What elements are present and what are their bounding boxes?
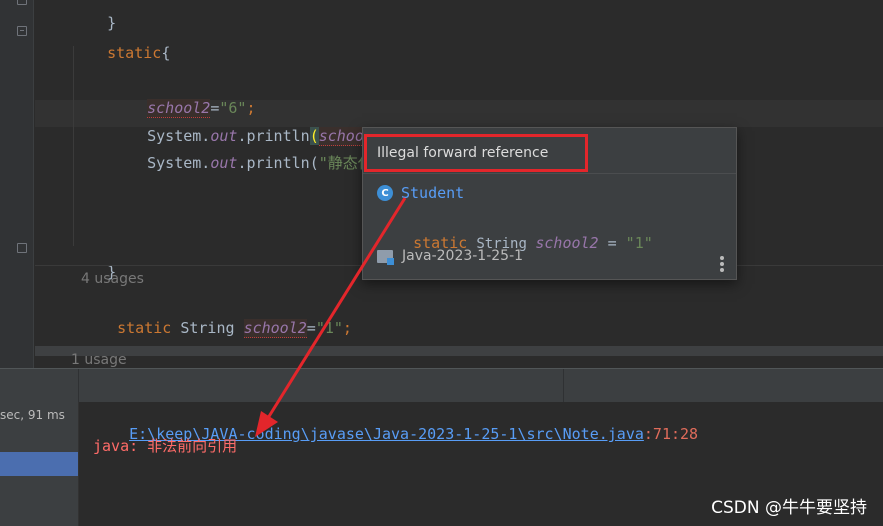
watermark: CSDN @牛牛要坚持 (711, 498, 867, 518)
illegal-forward-reference-message: Illegal forward reference (364, 134, 588, 172)
string-literal: "1" (625, 234, 653, 252)
open-paren: ( (309, 154, 319, 172)
toolbar-section (0, 369, 79, 403)
code-line-closing-brace-top[interactable]: } (71, 0, 116, 32)
build-tree[interactable]: sec, 91 ms (0, 402, 79, 526)
usages-hint[interactable]: 4 usages (81, 271, 144, 287)
module-reference: Java-2023-1-25-1 (377, 248, 524, 265)
compiler-error-message: java: 非法前向引用 (93, 437, 238, 455)
string-literal: "1" (315, 319, 343, 337)
module-folder-icon (377, 249, 394, 265)
editor-horizontal-scrollbar[interactable] (35, 346, 883, 356)
println-method: .println (237, 154, 310, 172)
usages-hint[interactable]: 1 usage (71, 352, 127, 368)
class-name-link[interactable]: Student (401, 184, 464, 202)
type-string: String (180, 319, 244, 337)
build-tool-window-toolbar (0, 368, 883, 403)
editor-gutter[interactable] (0, 0, 34, 368)
equals-sign: = (306, 319, 316, 337)
fold-marker-icon[interactable] (17, 243, 27, 253)
module-name: Java-2023-1-25-1 (402, 248, 524, 264)
error-tooltip-popup[interactable]: Illegal forward reference C Student stat… (362, 127, 737, 280)
class-reference[interactable]: C Student (377, 182, 464, 204)
out-field: out (210, 154, 238, 172)
toolbar-section (79, 369, 564, 403)
popup-header: Illegal forward reference (363, 128, 736, 174)
fold-marker-icon[interactable] (17, 0, 27, 5)
code-line-static-block[interactable]: static{ (71, 20, 170, 62)
toolbar-section (564, 369, 883, 403)
build-time-label: sec, 91 ms (0, 408, 65, 422)
open-brace: { (161, 44, 171, 62)
system-class-text: System. (147, 154, 211, 172)
field-name: school2 (535, 234, 599, 252)
semicolon: ; (342, 319, 352, 337)
class-icon: C (377, 185, 393, 201)
code-line-println-1[interactable]: System.out.println(school2); (111, 103, 400, 146)
fold-marker-icon[interactable] (17, 26, 27, 36)
line-column: :71:28 (643, 425, 699, 443)
code-line-field-declaration[interactable]: static String school2="1"; (81, 295, 352, 338)
code-line-println-2[interactable]: System.out.println("静态代 (111, 130, 373, 172)
more-options-icon[interactable] (720, 256, 724, 272)
build-tree-selected-item[interactable] (0, 452, 78, 476)
code-line-closing-brace[interactable]: } (71, 239, 116, 281)
static-keyword: static (107, 44, 162, 62)
static-keyword: static (117, 319, 181, 337)
field-declaration-school2[interactable]: school2 (243, 319, 307, 338)
equals-sign: = (598, 234, 626, 252)
code-line-assignment[interactable]: school2="6"; (111, 75, 256, 118)
